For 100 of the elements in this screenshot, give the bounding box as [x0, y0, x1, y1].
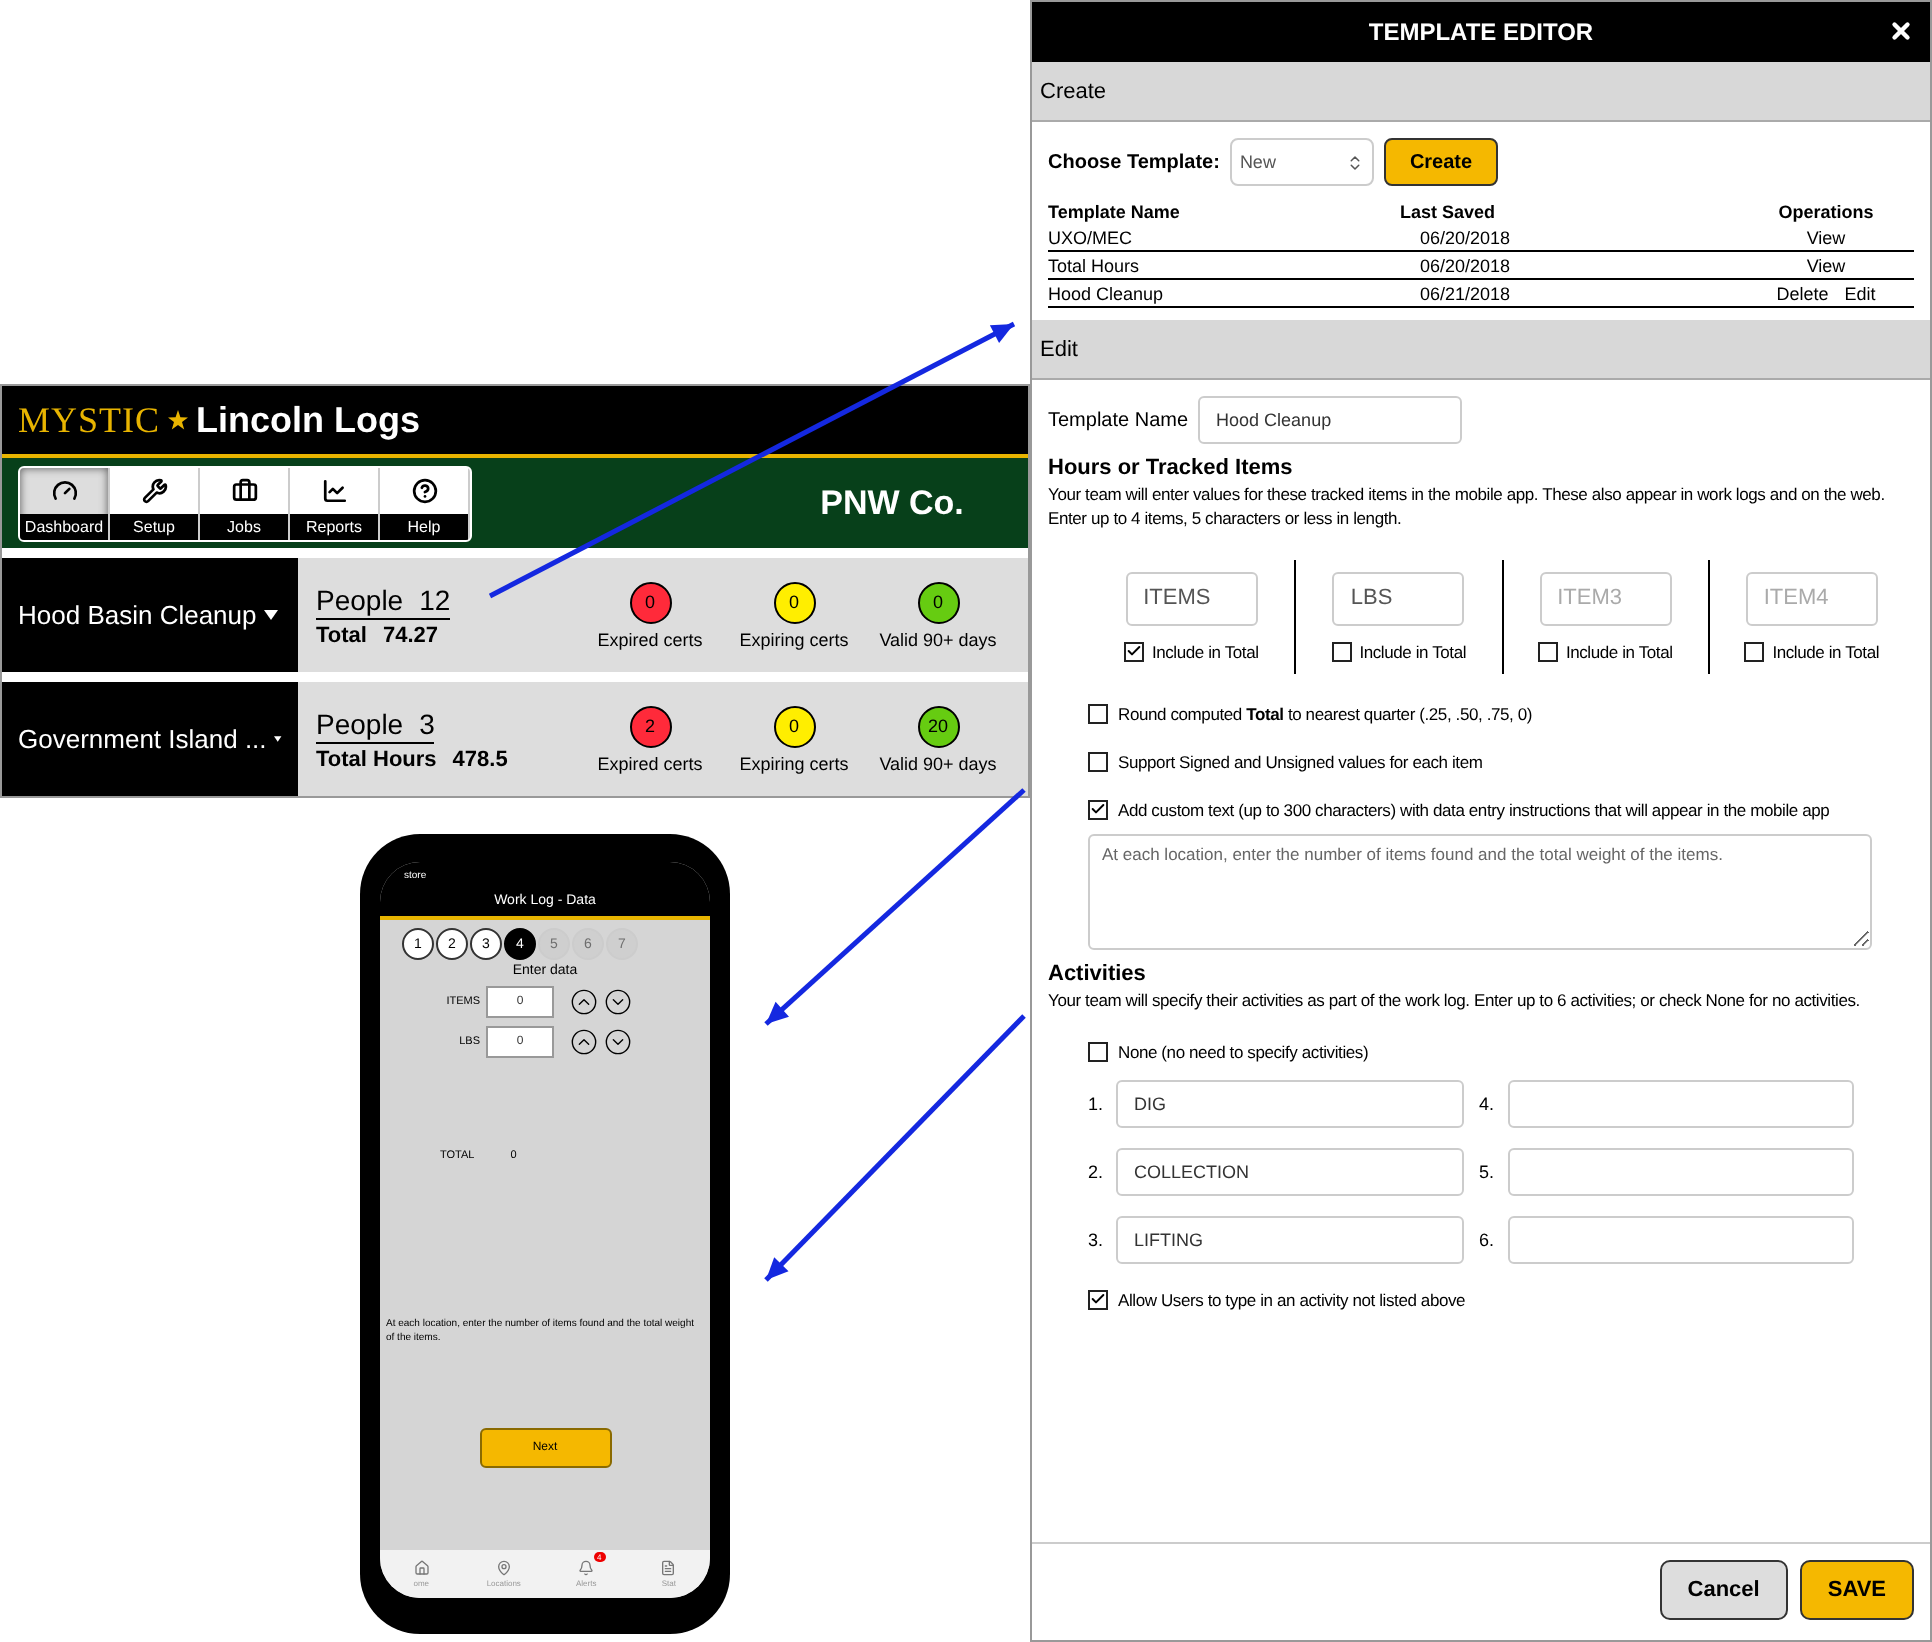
cert-count: 0 — [773, 705, 815, 747]
section-title: Create — [1040, 79, 1107, 103]
cert-count: 20 — [917, 705, 959, 747]
activity-number: 2. — [1088, 1161, 1106, 1182]
caret-icon — [264, 610, 279, 620]
checkbox[interactable] — [1537, 641, 1558, 662]
nav-button[interactable]: Reports — [290, 467, 380, 539]
table-cell: 06/20/2018 — [1400, 224, 1738, 252]
map-pin-icon[interactable] — [495, 1560, 512, 1576]
item-name-field[interactable]: ITEM3 — [1539, 571, 1672, 626]
create-button[interactable]: Create — [1383, 138, 1499, 186]
cert-count: 2 — [629, 705, 671, 747]
increment-icon[interactable] — [570, 988, 598, 1016]
close-button[interactable] — [1888, 18, 1914, 44]
column-header: Operations — [1776, 200, 1876, 224]
checkbox-label: Add custom text (up to 300 characters) with data entry instructions that will appear in the mobile app — [1118, 799, 1830, 820]
cert-label: Valid 90+ days — [879, 629, 997, 649]
home-icon[interactable] — [413, 1560, 430, 1576]
activity-number: 4. — [1479, 1093, 1497, 1114]
decrement-icon[interactable] — [604, 988, 632, 1016]
checkbox-label: Round computed Total to nearest quarter (.25, .50, .75, 0) — [1118, 703, 1533, 724]
activity-number: 5. — [1479, 1161, 1497, 1182]
checkbox-label: Include in Total — [1359, 641, 1467, 662]
total-label: Total — [316, 623, 367, 647]
operation-link[interactable]: View — [1806, 256, 1846, 276]
description-text: Your team will enter values for these tracked items in the mobile app. These also appear in work logs and on the web. Enter up to 4 items, 5 characters or less in length. — [1048, 484, 1887, 532]
briefcase-icon — [231, 477, 257, 503]
checkbox[interactable] — [1123, 641, 1144, 662]
checkbox-label: Support Signed and Unsigned values for each item — [1118, 751, 1483, 772]
cert-label: Expired certs — [597, 753, 703, 773]
document-icon[interactable] — [660, 1560, 677, 1576]
total-value: 478.5 — [452, 747, 508, 771]
template-select[interactable]: New — [1229, 138, 1374, 186]
activity-field[interactable] — [1507, 1079, 1854, 1128]
brand-name: MYSTIC — [18, 399, 161, 441]
custom-text-field[interactable]: At each location, enter the number of items found and the total weight of the items. — [1088, 833, 1872, 950]
nav-button[interactable]: Dashboard — [20, 467, 110, 539]
checkbox[interactable] — [1331, 641, 1352, 662]
activity-number: 1. — [1088, 1093, 1106, 1114]
checkbox[interactable] — [1088, 751, 1108, 772]
template-name-field[interactable]: Hood Cleanup — [1198, 396, 1463, 444]
wrench-icon — [141, 477, 167, 503]
section-heading: Activities — [1048, 961, 1148, 986]
checkbox-label: Include in Total — [1151, 641, 1259, 662]
help-icon — [411, 477, 437, 503]
activity-field[interactable]: DIG — [1116, 1079, 1463, 1128]
decrement-icon[interactable] — [604, 1028, 632, 1056]
app-title: Lincoln Logs — [196, 399, 421, 441]
gauge-icon — [51, 477, 77, 503]
column-header: Template Name — [1048, 200, 1182, 224]
table-cell: 06/20/2018 — [1400, 252, 1738, 280]
caret-icon — [274, 734, 282, 744]
nav-button[interactable]: Jobs — [200, 467, 290, 539]
checkbox[interactable] — [1744, 641, 1765, 662]
cert-label: Valid 90+ days — [879, 753, 997, 773]
field-label: Template Name — [1048, 409, 1189, 431]
activity-field[interactable]: LIFTING — [1116, 1215, 1463, 1264]
total-label: Total Hours — [316, 747, 437, 771]
checkbox[interactable] — [1088, 1289, 1108, 1310]
checkbox[interactable] — [1088, 799, 1108, 820]
star-icon — [168, 410, 189, 430]
item-name-field[interactable]: LBS — [1332, 571, 1465, 626]
bell-icon[interactable] — [578, 1560, 595, 1576]
people-count: 12 — [419, 583, 451, 615]
operation-link[interactable]: Edit — [1844, 284, 1876, 304]
cert-label: Expiring certs — [739, 753, 849, 773]
checkbox-label: Allow Users to type in an activity not listed above — [1118, 1289, 1466, 1310]
save-button[interactable]: SAVE — [1799, 1560, 1914, 1620]
activity-field[interactable] — [1507, 1215, 1854, 1264]
cancel-button[interactable]: Cancel — [1659, 1560, 1788, 1620]
cert-count: 0 — [629, 581, 671, 623]
nav-button[interactable]: Setup — [110, 467, 200, 539]
total-value: 74.27 — [382, 623, 438, 647]
cert-label: Expiring certs — [739, 629, 849, 649]
increment-icon[interactable] — [570, 1028, 598, 1056]
table-cell: UXO/MEC — [1048, 224, 1400, 252]
cert-count: 0 — [917, 581, 959, 623]
people-label: People — [316, 707, 404, 739]
activity-field[interactable]: COLLECTION — [1116, 1147, 1463, 1196]
checkbox-label: Include in Total — [1565, 641, 1673, 662]
company-name: PNW Co. — [818, 483, 966, 523]
operation-link[interactable]: View — [1806, 228, 1846, 248]
job-dropdown[interactable]: Government Island ... — [2, 682, 298, 796]
checkbox[interactable] — [1088, 703, 1108, 724]
activity-field[interactable] — [1507, 1147, 1854, 1196]
operation-link[interactable]: Delete — [1776, 284, 1829, 304]
item-name-field[interactable]: ITEM4 — [1745, 571, 1878, 626]
line-chart-icon — [321, 477, 347, 503]
section-heading: Hours or Tracked Items — [1048, 456, 1295, 480]
people-count: 3 — [419, 707, 435, 739]
section-title: Edit — [1040, 337, 1078, 361]
job-dropdown[interactable]: Hood Basin Cleanup — [2, 558, 298, 672]
item-name-field[interactable]: ITEMS — [1125, 571, 1258, 626]
checkbox[interactable] — [1088, 1041, 1108, 1062]
table-cell: Hood Cleanup — [1048, 280, 1400, 308]
column-header: Last Saved — [1400, 200, 1498, 224]
description-text: Your team will specify their activities as part of the work log. Enter up to 6 activities; or check None for no activities. — [1048, 989, 1862, 1014]
checkbox-label: None (no need to specify activities) — [1118, 1041, 1369, 1062]
table-cell: Total Hours — [1048, 252, 1400, 280]
nav-button[interactable]: Help — [380, 467, 470, 539]
